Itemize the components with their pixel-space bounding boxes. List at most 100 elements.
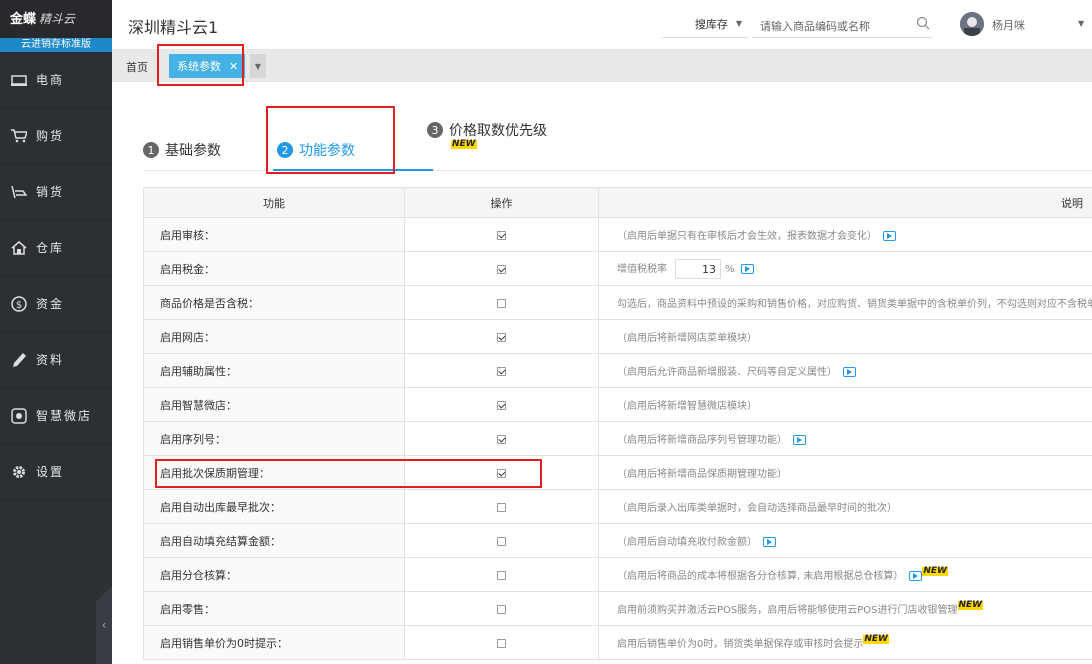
sidebar: 金蝶 精斗云 云进销存标准版 电商 购货 销货 仓库 $ 资金 资料 智慧微店 设…: [0, 0, 112, 664]
sidebar-item-label: 购货: [36, 129, 65, 143]
table-row: 启用零售： 启用前须购买并激活云POS服务，启用后将能够使用云POS进行门店收银…: [143, 591, 1092, 626]
enable-checkbox[interactable]: [497, 502, 506, 512]
feature-description: 启用前须购买并激活云POS服务，启用后将能够使用云POS进行门店收银管理: [617, 605, 958, 616]
new-badge: NEW: [957, 600, 984, 610]
sidebar-item-purchase[interactable]: 购货: [0, 108, 112, 164]
feature-name: 启用辅助属性：: [143, 353, 405, 388]
user-name[interactable]: 杨月咪: [992, 17, 1025, 33]
header-feature: 功能: [143, 187, 405, 218]
step-number: 3: [427, 122, 443, 138]
enable-checkbox[interactable]: [497, 604, 506, 614]
sidebar-item-label: 资金: [36, 297, 65, 311]
sell-icon: [10, 183, 28, 201]
search-input[interactable]: 请输入商品编码或名称: [752, 10, 932, 38]
table-row: 启用序列号： （启用后将新增商品序列号管理功能）: [143, 421, 1092, 456]
sidebar-item-settings[interactable]: 设置: [0, 444, 112, 500]
search-scope-select[interactable]: 搜库存 ▼: [662, 10, 748, 38]
sidebar-item-ecommerce[interactable]: 电商: [0, 52, 112, 108]
sidebar-item-label: 销货: [36, 185, 65, 199]
sidebar-item-label: 设置: [36, 465, 65, 479]
video-icon[interactable]: [843, 367, 856, 377]
video-icon[interactable]: [909, 571, 923, 581]
caret-down-icon: ▼: [735, 19, 742, 28]
feature-name: 启用零售：: [143, 591, 405, 626]
table-row: 启用网店： （启用后将新增网店菜单模块）: [143, 319, 1092, 354]
feature-description: （启用后将商品的成本将根据各分仓核算, 未启用根据总仓核算）: [617, 571, 904, 582]
feature-name: 启用网店：: [143, 319, 405, 354]
tab-home[interactable]: 首页: [126, 59, 148, 75]
logo-sub: 精斗云: [39, 12, 76, 26]
top-bar: 深圳精斗云1 搜库存 ▼ 请输入商品编码或名称 杨月咪 ▼: [112, 0, 1092, 50]
new-badge: NEW: [922, 566, 948, 576]
sidebar-item-sales[interactable]: 销货: [0, 164, 112, 220]
company-title: 深圳精斗云1: [128, 18, 219, 37]
video-icon[interactable]: [740, 263, 754, 274]
sidebar-item-data[interactable]: 资料: [0, 332, 112, 388]
feature-description: （启用后允许商品新增服装、尺码等自定义属性）: [617, 367, 837, 378]
feature-description: （启用后将新增商品序列号管理功能）: [617, 435, 787, 446]
enable-checkbox[interactable]: [497, 570, 506, 580]
table-row: 启用分仓核算： （启用后将商品的成本将根据各分仓核算, 未启用根据总仓核算） NE…: [143, 557, 1092, 592]
header-description: 说明: [598, 187, 1092, 218]
table-row: 启用辅助属性： （启用后允许商品新增服装、尺码等自定义属性）: [143, 353, 1092, 388]
enable-checkbox[interactable]: [497, 230, 506, 240]
feature-name: 启用序列号：: [143, 421, 405, 456]
video-icon[interactable]: [883, 231, 896, 241]
table-header-row: 功能 操作 说明: [143, 187, 1092, 218]
tab-more-button[interactable]: ▼: [250, 54, 266, 78]
feature-name: 商品价格是否含税：: [143, 285, 405, 320]
shop-icon: [10, 71, 28, 89]
enable-checkbox[interactable]: [497, 366, 506, 376]
highlight-step-box: [266, 106, 395, 174]
video-icon[interactable]: [793, 435, 806, 445]
sidebar-item-label: 仓库: [36, 241, 65, 255]
money-icon: $: [10, 295, 28, 313]
sidebar-collapse-button[interactable]: ‹: [96, 586, 112, 664]
enable-checkbox[interactable]: [497, 400, 506, 410]
feature-description: （启用后自动填充收付款金额）: [617, 537, 757, 548]
caret-down-icon: ▼: [254, 61, 262, 71]
enable-checkbox[interactable]: [497, 264, 506, 274]
tax-rate-label: 增值税税率: [617, 263, 667, 275]
gear-icon: [10, 463, 28, 481]
tax-rate-input[interactable]: 13: [675, 258, 721, 279]
feature-description: （启用后将新增网店菜单模块）: [598, 319, 1092, 354]
feature-name: 启用分仓核算：: [143, 557, 405, 592]
enable-checkbox[interactable]: [497, 536, 506, 546]
pen-icon: [10, 351, 28, 369]
feature-name: 启用税金：: [143, 251, 405, 286]
enable-checkbox[interactable]: [497, 638, 506, 648]
table-row: 启用自动填充结算金额： （启用后自动填充收付款金额）: [143, 523, 1092, 558]
cart-icon: [10, 127, 28, 145]
enable-checkbox[interactable]: [497, 298, 506, 308]
chevron-left-icon: ‹: [101, 618, 107, 632]
feature-description: （启用后录入出库类单据时，会自动选择商品最早时间的批次）: [598, 489, 1092, 524]
new-badge: NEW: [451, 139, 477, 149]
table-row: 启用审核： （启用后单据只有在审核后才会生效，报表数据才会变化）: [143, 217, 1092, 252]
logo: 金蝶 精斗云: [0, 0, 112, 38]
table-row: 启用销售单价为0时提示： 启用后销售单价为0时，销货类单据保存或审核时会提示NE…: [143, 625, 1092, 660]
enable-checkbox[interactable]: [497, 332, 506, 342]
feature-description: （启用后单据只有在审核后才会生效，报表数据才会变化）: [617, 231, 877, 242]
video-icon[interactable]: [763, 537, 776, 547]
sidebar-item-funds[interactable]: $ 资金: [0, 276, 112, 332]
step-number: 1: [143, 142, 159, 158]
step-label: 价格取数优先级: [449, 123, 547, 139]
table-row: 商品价格是否含税： 勾选后，商品资料中预设的采购和销售价格，对应购货、销货类单据…: [143, 285, 1092, 320]
avatar[interactable]: [960, 12, 984, 36]
sidebar-item-warehouse[interactable]: 仓库: [0, 220, 112, 276]
logo-brand: 金蝶: [10, 12, 37, 27]
step-basic-params[interactable]: 1 基础参数: [143, 140, 221, 160]
sidebar-item-label: 电商: [36, 73, 65, 87]
feature-description: （启用后将新增商品保质期管理功能）: [598, 455, 1092, 490]
sidebar-item-wechat-store[interactable]: 智慧微店: [0, 388, 112, 444]
sidebar-item-label: 智慧微店: [36, 409, 93, 423]
search-icon[interactable]: [916, 16, 930, 30]
highlight-row-box: [155, 459, 542, 488]
step-label: 基础参数: [165, 143, 221, 159]
step-price-priority[interactable]: 3 价格取数优先级 NEW: [427, 120, 547, 149]
edition-label: 云进销存标准版: [0, 38, 112, 52]
caret-down-icon[interactable]: ▼: [1078, 19, 1084, 28]
feature-name: 启用智慧微店：: [143, 387, 405, 422]
enable-checkbox[interactable]: [497, 434, 506, 444]
